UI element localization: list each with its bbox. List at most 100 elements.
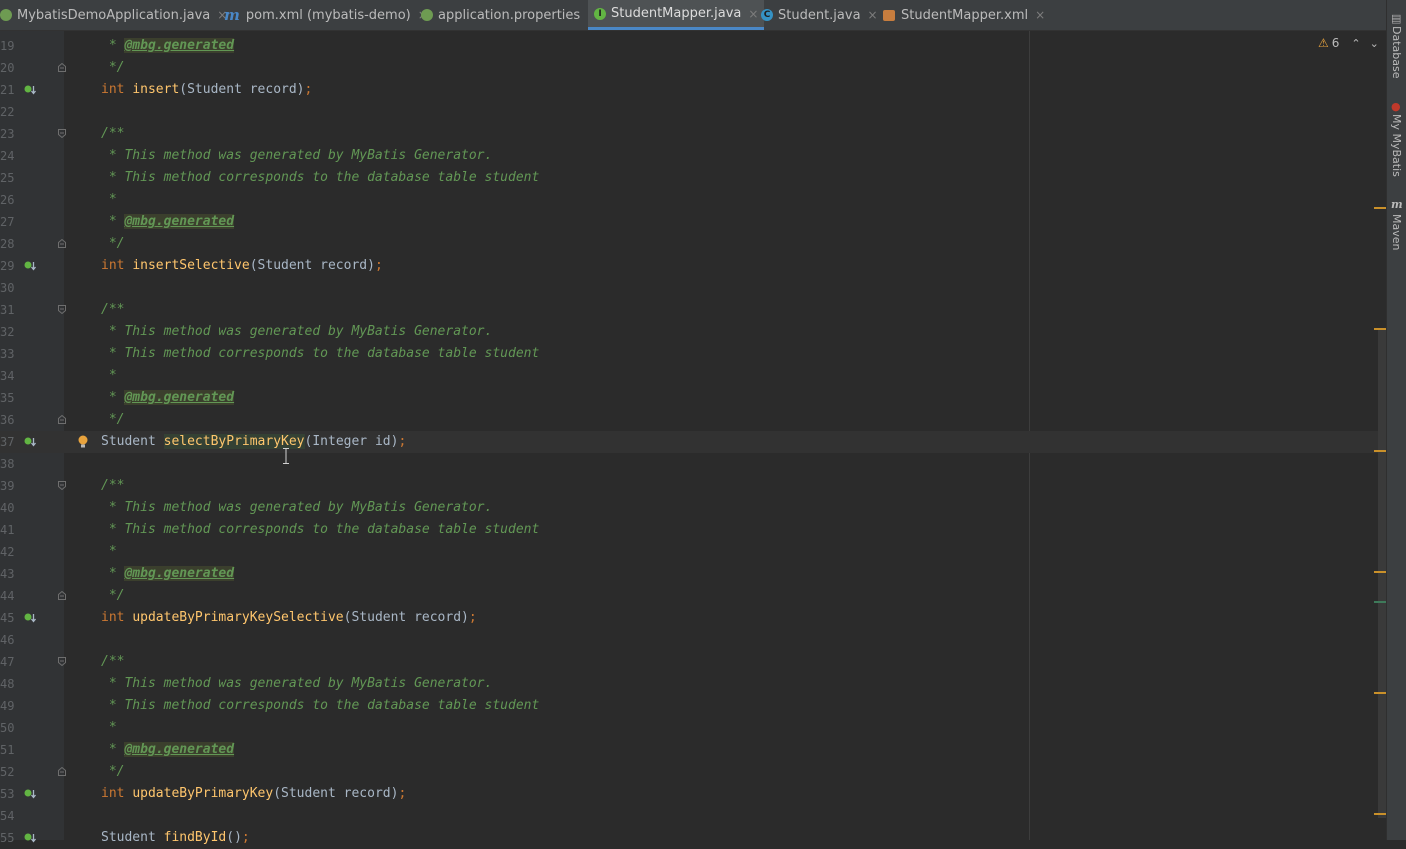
code-line[interactable]: 27 * @mbg.generated xyxy=(0,211,1386,233)
code-line[interactable]: 26 * xyxy=(0,189,1386,211)
implemented-method-icon[interactable] xyxy=(24,84,36,96)
code-text[interactable]: int updateByPrimaryKey(Student record); xyxy=(101,783,406,805)
code-text[interactable]: */ xyxy=(101,409,125,431)
tab-mybatisdemoapplication-java[interactable]: MybatisDemoApplication.java × xyxy=(0,0,233,30)
code-text[interactable]: * This method corresponds to the databas… xyxy=(101,167,539,189)
implemented-method-icon[interactable] xyxy=(24,788,36,800)
code-text[interactable]: Student findById(); xyxy=(101,827,250,849)
fold-marker-icon[interactable] xyxy=(58,767,66,776)
error-stripe-mark[interactable] xyxy=(1374,813,1386,815)
fold-marker-icon[interactable] xyxy=(58,657,66,666)
code-text[interactable]: * This method was generated by MyBatis G… xyxy=(101,321,493,343)
code-text[interactable]: */ xyxy=(101,57,125,79)
code-text[interactable]: * This method was generated by MyBatis G… xyxy=(101,673,493,695)
line-number[interactable]: 52 xyxy=(0,761,14,783)
line-number[interactable]: 53 xyxy=(0,783,14,805)
code-line[interactable]: 24 * This method was generated by MyBati… xyxy=(0,145,1386,167)
code-line[interactable]: 32 * This method was generated by MyBati… xyxy=(0,321,1386,343)
code-line[interactable]: 35 * @mbg.generated xyxy=(0,387,1386,409)
code-line[interactable]: 53 int updateByPrimaryKey(Student record)… xyxy=(0,783,1386,805)
code-text[interactable]: * This method was generated by MyBatis G… xyxy=(101,145,493,167)
fold-marker-icon[interactable] xyxy=(58,481,66,490)
code-line[interactable]: 36 */ xyxy=(0,409,1386,431)
code-text[interactable]: /** xyxy=(101,299,124,321)
code-text[interactable]: /** xyxy=(101,651,124,673)
code-line[interactable]: 31 /** xyxy=(0,299,1386,321)
error-stripe-mark[interactable] xyxy=(1374,692,1386,694)
line-number[interactable]: 24 xyxy=(0,145,14,167)
line-number[interactable]: 48 xyxy=(0,673,14,695)
code-line[interactable]: 55 Student findById(); xyxy=(0,827,1386,849)
code-line[interactable]: 38 xyxy=(0,453,1386,475)
code-text[interactable]: * This method was generated by MyBatis G… xyxy=(101,497,493,519)
code-text[interactable]: * @mbg.generated xyxy=(101,387,235,409)
code-text[interactable]: */ xyxy=(101,585,125,607)
implemented-method-icon[interactable] xyxy=(24,260,36,272)
code-line[interactable]: 22 xyxy=(0,101,1386,123)
tab-studentmapper-xml[interactable]: StudentMapper.xml × xyxy=(877,0,1051,30)
tab-studentmapper-java[interactable]: I StudentMapper.java × xyxy=(588,0,765,30)
code-line[interactable]: 25 * This method corresponds to the data… xyxy=(0,167,1386,189)
code-line[interactable]: 44 */ xyxy=(0,585,1386,607)
line-number[interactable]: 40 xyxy=(0,497,14,519)
line-number[interactable]: 49 xyxy=(0,695,14,717)
implemented-method-icon[interactable] xyxy=(24,612,36,624)
error-stripe-mark[interactable] xyxy=(1374,328,1386,330)
my-mybatis-tool-tab[interactable]: My MyBatis xyxy=(1390,114,1403,177)
code-text[interactable]: * @mbg.generated xyxy=(101,563,235,585)
line-number[interactable]: 25 xyxy=(0,167,14,189)
code-text[interactable]: int insert(Student record); xyxy=(101,79,312,101)
fold-marker-icon[interactable] xyxy=(58,305,66,314)
code-line[interactable]: 41 * This method corresponds to the data… xyxy=(0,519,1386,541)
line-number[interactable]: 54 xyxy=(0,805,14,827)
previous-highlight-icon[interactable]: ⌃ xyxy=(1351,37,1360,50)
line-number[interactable]: 42 xyxy=(0,541,14,563)
close-tab-icon[interactable]: × xyxy=(1035,8,1045,22)
line-number[interactable]: 27 xyxy=(0,211,14,233)
line-number[interactable]: 19 xyxy=(0,35,14,57)
maven-tool-tab[interactable]: Maven xyxy=(1390,214,1403,250)
line-number[interactable]: 47 xyxy=(0,651,14,673)
line-number[interactable]: 45 xyxy=(0,607,14,629)
code-text[interactable]: int updateByPrimaryKeySelective(Student … xyxy=(101,607,477,629)
code-line[interactable]: 30 xyxy=(0,277,1386,299)
fold-marker-icon[interactable] xyxy=(58,415,66,424)
line-number[interactable]: 21 xyxy=(0,79,14,101)
fold-marker-icon[interactable] xyxy=(58,239,66,248)
fold-marker-icon[interactable] xyxy=(58,63,66,72)
code-line[interactable]: 33 * This method corresponds to the data… xyxy=(0,343,1386,365)
line-number[interactable]: 26 xyxy=(0,189,14,211)
code-text[interactable]: * xyxy=(101,541,117,563)
line-number[interactable]: 38 xyxy=(0,453,14,475)
tab-application-properties[interactable]: application.properties× xyxy=(415,0,603,30)
fold-marker-icon[interactable] xyxy=(58,591,66,600)
code-line[interactable]: 46 xyxy=(0,629,1386,651)
next-highlight-icon[interactable]: ⌄ xyxy=(1370,37,1379,50)
code-line[interactable]: 19 * @mbg.generated xyxy=(0,35,1386,57)
tab-student-java[interactable]: C Student.java × xyxy=(755,0,884,30)
code-text[interactable]: */ xyxy=(101,761,125,783)
code-line[interactable]: 37 Student selectByPrimaryKey(Integer id)… xyxy=(0,431,1386,453)
code-line[interactable]: 34 * xyxy=(0,365,1386,387)
code-line[interactable]: 28 */ xyxy=(0,233,1386,255)
line-number[interactable]: 20 xyxy=(0,57,14,79)
code-line[interactable]: 45 int updateByPrimaryKeySelective(Studen… xyxy=(0,607,1386,629)
code-line[interactable]: 43 * @mbg.generated xyxy=(0,563,1386,585)
line-number[interactable]: 39 xyxy=(0,475,14,497)
error-stripe-mark[interactable] xyxy=(1374,450,1386,452)
line-number[interactable]: 29 xyxy=(0,255,14,277)
error-stripe-mark[interactable] xyxy=(1374,601,1386,603)
code-line[interactable]: 29 int insertSelective(Student record); xyxy=(0,255,1386,277)
code-text[interactable]: * This method corresponds to the databas… xyxy=(101,695,539,717)
code-text[interactable]: * xyxy=(101,717,117,739)
code-line[interactable]: 50 * xyxy=(0,717,1386,739)
database-tool-tab[interactable]: Database xyxy=(1390,26,1403,79)
code-line[interactable]: 47 /** xyxy=(0,651,1386,673)
line-number[interactable]: 22 xyxy=(0,101,14,123)
code-text[interactable]: /** xyxy=(101,123,124,145)
line-number[interactable]: 44 xyxy=(0,585,14,607)
tab-pom-xml-mybatis-demo[interactable]: mpom.xml (mybatis-demo)× xyxy=(218,0,434,30)
code-text[interactable]: /** xyxy=(101,475,124,497)
code-line[interactable]: 21 int insert(Student record); xyxy=(0,79,1386,101)
code-text[interactable]: * @mbg.generated xyxy=(101,211,235,233)
